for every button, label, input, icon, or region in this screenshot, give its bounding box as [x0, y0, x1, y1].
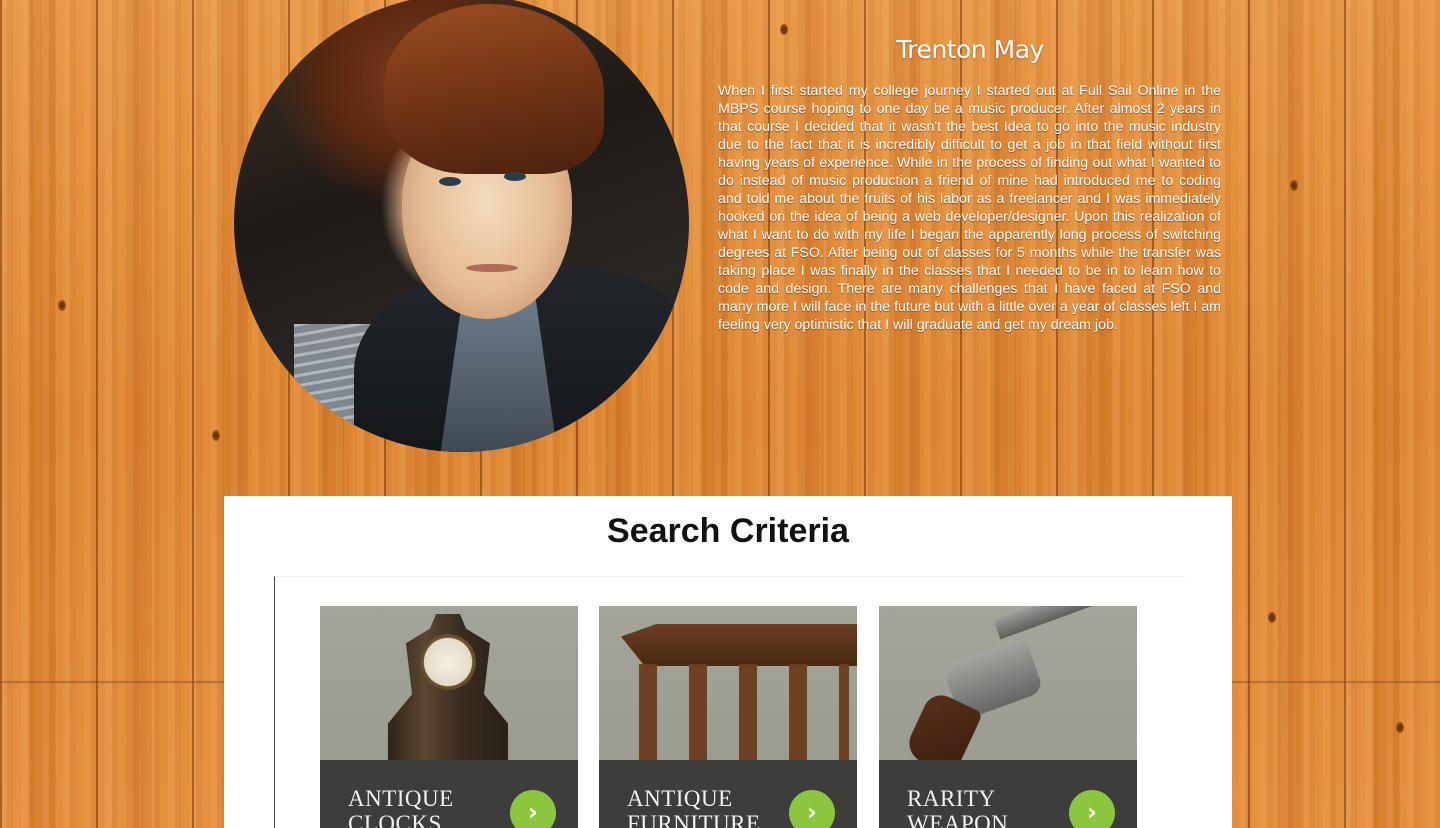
wood-knot [1268, 612, 1276, 623]
category-label: ANTIQUE CLOCKS [348, 786, 454, 828]
category-card-antique-clocks[interactable]: ANTIQUE CLOCKS › [320, 606, 578, 828]
category-card-antique-furniture[interactable]: ANTIQUE FURNITURE › [599, 606, 857, 828]
criteria-frame: ANTIQUE CLOCKS › ANTIQUE FURNITURE › RAR… [274, 576, 1185, 828]
category-card-rarity-weapon[interactable]: RARITY WEAPON › [879, 606, 1137, 828]
clock-face-icon [420, 634, 476, 690]
wood-knot [780, 24, 788, 35]
photo-hair [384, 4, 604, 174]
wood-knot [1290, 180, 1298, 191]
photo-eye-left [439, 177, 461, 186]
wood-knot [1396, 722, 1404, 733]
profile-photo [234, 0, 689, 452]
chevron-right-icon[interactable]: › [789, 790, 835, 828]
table-legs-shape [639, 664, 849, 760]
category-label: ANTIQUE FURNITURE [627, 786, 761, 828]
card-footer: ANTIQUE FURNITURE › [599, 760, 857, 828]
revolver-barrel-shape [993, 606, 1137, 640]
photo-mouth [466, 264, 518, 272]
search-criteria-title: Search Criteria [607, 512, 849, 550]
photo-eye-right [504, 172, 526, 181]
category-label: RARITY WEAPON [907, 786, 1009, 828]
profile-bio: When I first started my college journey … [718, 83, 1221, 333]
table-top-shape [621, 624, 857, 666]
card-footer: RARITY WEAPON › [879, 760, 1137, 828]
wood-knot [212, 430, 220, 441]
wood-knot [58, 300, 66, 311]
search-criteria-panel: Search Criteria ANTIQUE CLOCKS › ANTIQUE… [224, 496, 1232, 828]
card-footer: ANTIQUE CLOCKS › [320, 760, 578, 828]
antique-clock-image [320, 606, 578, 760]
revolver-image [879, 606, 1137, 777]
chevron-right-icon[interactable]: › [510, 790, 556, 828]
profile-name: Trenton May [896, 34, 1044, 64]
antique-table-image [599, 606, 857, 760]
chevron-right-icon[interactable]: › [1069, 790, 1115, 828]
